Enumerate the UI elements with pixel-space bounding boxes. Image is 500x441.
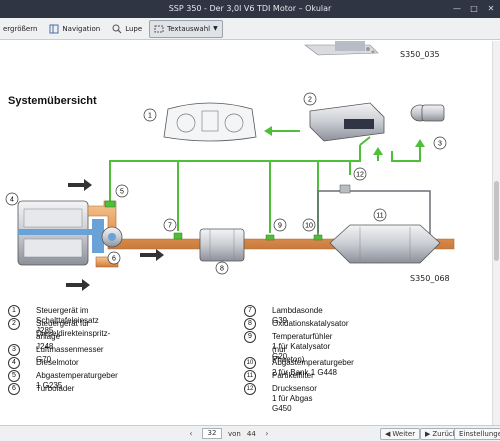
engine-control-unit: [309, 102, 385, 142]
page-navigation: ‹ 32 von 44 ›: [186, 428, 272, 439]
figure-ref: S350_068: [410, 274, 450, 283]
page-heading: Systemübersicht: [8, 95, 97, 107]
close-icon[interactable]: ✕: [486, 4, 496, 14]
svg-text:9: 9: [278, 223, 282, 230]
svg-text:3: 3: [438, 141, 442, 148]
page-total: 44: [246, 429, 256, 438]
legend-item: 11 Partikelfilter: [244, 370, 314, 382]
particle-filter: [329, 224, 441, 264]
status-bar: ‹ 32 von 44 › ◀ Weiter ▶ Zurück Einstell…: [0, 425, 500, 441]
legend-item: 4 Dieselmotor: [8, 357, 79, 369]
scrollbar-thumb[interactable]: [494, 181, 499, 261]
navigation-button[interactable]: Navigation: [44, 20, 105, 38]
legend-item: 6 Turbolader: [8, 383, 74, 395]
textauswahl-label: Textauswahl: [167, 24, 211, 33]
legend-item: 12 Drucksensor 1 für Abgas G450: [244, 383, 317, 414]
legend-item: 8 Oxidationskatalysator: [244, 318, 348, 330]
vertical-scrollbar[interactable]: [492, 41, 500, 425]
next-page-icon[interactable]: ›: [262, 429, 272, 438]
oxidation-catalyst: [199, 228, 245, 262]
zoom-in-button[interactable]: ergrößern: [0, 20, 42, 38]
svg-text:2: 2: [308, 97, 312, 104]
navigation-label: Navigation: [62, 24, 101, 33]
svg-text:6: 6: [112, 256, 116, 263]
svg-text:12: 12: [356, 172, 364, 179]
weiter-button[interactable]: ◀ Weiter: [380, 428, 421, 440]
svg-text:8: 8: [220, 266, 224, 273]
svg-text:5: 5: [120, 189, 124, 196]
settings-button[interactable]: Einstellungen: [454, 428, 500, 440]
toolbar: ergrößern Navigation Lupe Textauswahl ▼: [0, 18, 500, 40]
minimize-icon[interactable]: —: [452, 4, 462, 14]
text-select-icon: [154, 24, 164, 34]
svg-text:7: 7: [168, 223, 172, 230]
lupe-label: Lupe: [125, 24, 143, 33]
maximize-icon[interactable]: □: [469, 4, 479, 14]
zoom-in-label: ergrößern: [3, 24, 38, 33]
previous-page-icon[interactable]: ‹: [186, 429, 196, 438]
navigation-icon: [49, 24, 59, 34]
instrument-cluster: [163, 102, 257, 142]
svg-text:1: 1: [148, 113, 152, 120]
window-title: SSP 350 - Der 3,0l V6 TDI Motor – Okular: [168, 4, 332, 13]
page-of-label: von: [228, 429, 241, 438]
air-mass-meter: [410, 104, 445, 122]
turbocharger: [101, 226, 123, 248]
lupe-button[interactable]: Lupe: [107, 20, 147, 38]
page-number-input[interactable]: 32: [202, 428, 222, 439]
forward-icon: ▶: [425, 430, 431, 438]
magnifier-icon: [112, 24, 122, 34]
back-icon: ◀: [385, 430, 391, 438]
svg-text:11: 11: [376, 213, 383, 220]
top-figure-ref: S350_035: [400, 50, 440, 59]
top-illustration: [304, 41, 379, 56]
document-page: 1 2 3 4 5 6 7 8 9 10 11 12 S350_035 Syst…: [0, 41, 492, 425]
title-bar: SSP 350 - Der 3,0l V6 TDI Motor – Okular…: [0, 0, 500, 18]
chevron-down-icon: ▼: [213, 25, 218, 32]
svg-text:4: 4: [10, 197, 14, 204]
svg-text:10: 10: [305, 223, 313, 230]
textauswahl-button[interactable]: Textauswahl ▼: [149, 19, 223, 38]
